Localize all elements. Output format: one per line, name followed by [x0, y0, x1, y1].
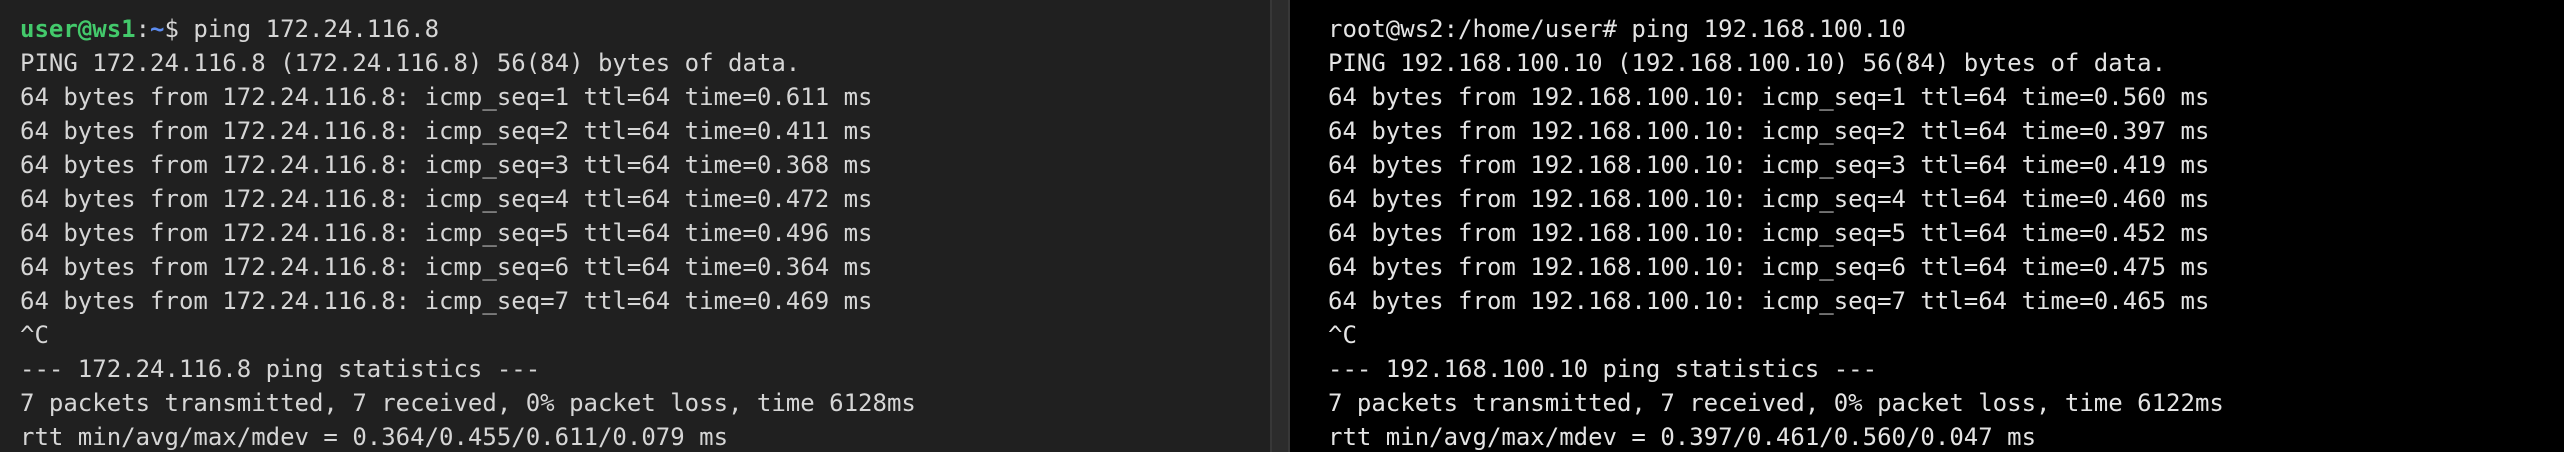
terminal-pane-right[interactable]: root@ws2:/home/user# ping 192.168.100.10…: [1290, 0, 2564, 452]
output-line: 64 bytes from 172.24.116.8: icmp_seq=3 t…: [20, 151, 873, 179]
output-line: 64 bytes from 172.24.116.8: icmp_seq=7 t…: [20, 287, 873, 315]
output-line: 64 bytes from 172.24.116.8: icmp_seq=1 t…: [20, 83, 873, 111]
output-line: 7 packets transmitted, 7 received, 0% pa…: [1328, 389, 2224, 417]
output-line: rtt min/avg/max/mdev = 0.397/0.461/0.560…: [1328, 423, 2037, 451]
pane-divider[interactable]: [1270, 0, 1290, 452]
prompt-line-left: user@ws1:~$ ping 172.24.116.8: [20, 12, 1270, 46]
output-line: 64 bytes from 172.24.116.8: icmp_seq=2 t…: [20, 117, 873, 145]
output-line: 64 bytes from 192.168.100.10: icmp_seq=6…: [1328, 253, 2210, 281]
prompt-separator: :: [135, 15, 151, 43]
output-line: 64 bytes from 172.24.116.8: icmp_seq=4 t…: [20, 185, 873, 213]
prompt-path: ~: [150, 15, 165, 43]
output-line: 64 bytes from 192.168.100.10: icmp_seq=4…: [1328, 185, 2210, 213]
output-line: PING 172.24.116.8 (172.24.116.8) 56(84) …: [20, 49, 801, 77]
output-line: PING 192.168.100.10 (192.168.100.10) 56(…: [1328, 49, 2167, 77]
output-line: 7 packets transmitted, 7 received, 0% pa…: [20, 389, 916, 417]
output-line: 64 bytes from 172.24.116.8: icmp_seq=5 t…: [20, 219, 873, 247]
prompt-text: root@ws2:/home/user#: [1328, 15, 1617, 43]
split-terminal-window: user@ws1:~$ ping 172.24.116.8 PING 172.2…: [0, 0, 2564, 452]
output-line: ^C: [20, 321, 49, 349]
terminal-output-left: user@ws1:~$ ping 172.24.116.8 PING 172.2…: [20, 12, 1270, 452]
output-line: 64 bytes from 172.24.116.8: icmp_seq=6 t…: [20, 253, 873, 281]
output-line: rtt min/avg/max/mdev = 0.364/0.455/0.611…: [20, 423, 729, 451]
terminal-pane-left[interactable]: user@ws1:~$ ping 172.24.116.8 PING 172.2…: [0, 0, 1270, 452]
prompt-symbol: $: [164, 15, 179, 43]
output-line: 64 bytes from 192.168.100.10: icmp_seq=3…: [1328, 151, 2210, 179]
output-line: --- 172.24.116.8 ping statistics ---: [20, 355, 541, 383]
output-line: 64 bytes from 192.168.100.10: icmp_seq=7…: [1328, 287, 2210, 315]
prompt-command: ping 192.168.100.10: [1616, 15, 1906, 43]
prompt-user-host: user@ws1: [20, 15, 136, 43]
prompt-command: ping 172.24.116.8: [178, 15, 440, 43]
output-line: --- 192.168.100.10 ping statistics ---: [1328, 355, 1878, 383]
output-line: 64 bytes from 192.168.100.10: icmp_seq=2…: [1328, 117, 2210, 145]
output-line: ^C: [1328, 321, 1357, 349]
output-line: 64 bytes from 192.168.100.10: icmp_seq=5…: [1328, 219, 2210, 247]
terminal-output-right: root@ws2:/home/user# ping 192.168.100.10…: [1328, 12, 2564, 452]
prompt-line-right: root@ws2:/home/user# ping 192.168.100.10: [1328, 12, 2564, 46]
output-line: 64 bytes from 192.168.100.10: icmp_seq=1…: [1328, 83, 2210, 111]
